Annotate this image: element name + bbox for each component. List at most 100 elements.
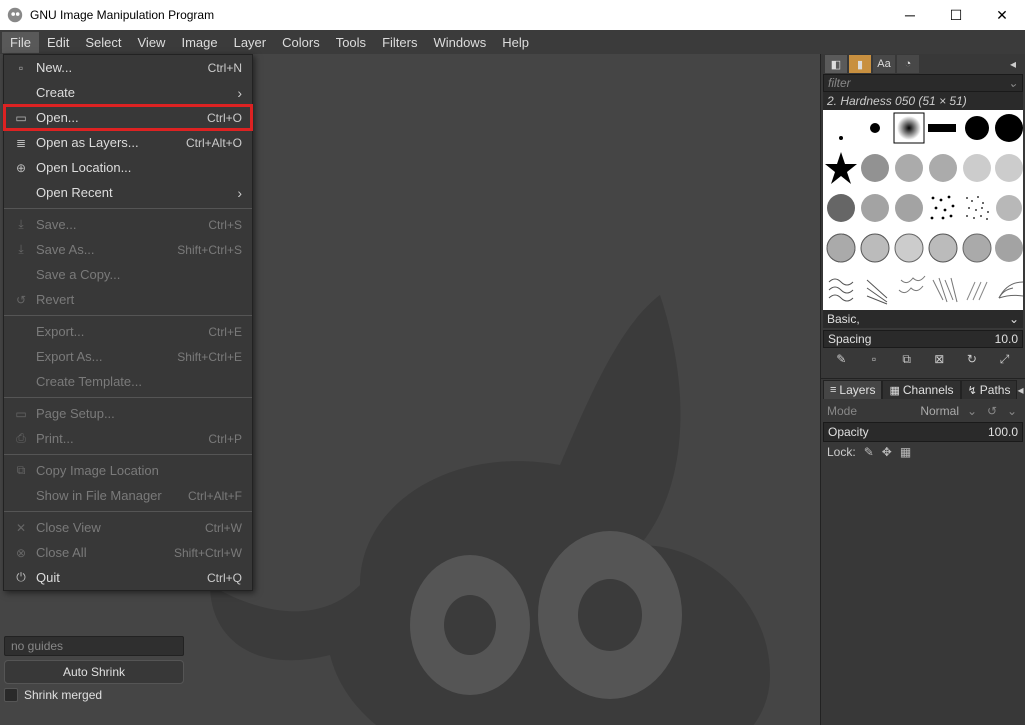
layers-dock-tabs: ≡Layers ▦Channels ↯Paths ◂ [821,378,1025,400]
menu-item-label: Page Setup... [36,406,242,421]
lock-row: Lock: ✎ ✥ ▦ [821,442,1025,462]
menu-item-new[interactable]: ▫New...Ctrl+N [4,55,252,80]
brush-name-label: 2. Hardness 050 (51 × 51) [823,92,1023,110]
filter-placeholder: filter [828,76,851,90]
menu-file[interactable]: File [2,32,39,53]
menu-item-icon: ⏻ [12,570,30,585]
menu-help[interactable]: Help [494,32,537,53]
mode-switch-icon[interactable]: ↺ [985,404,999,418]
menu-select[interactable]: Select [77,32,129,53]
brushes-tab[interactable]: ◧ [825,55,847,73]
menu-item-open-as-layers[interactable]: ≣Open as Layers...Ctrl+Alt+O [4,130,252,155]
open-as-image-icon[interactable]: ⤢ [995,350,1015,368]
lock-alpha-icon[interactable]: ▦ [900,445,911,459]
menu-item-label: Open Location... [36,160,242,175]
patterns-tab[interactable]: ▮ [849,55,871,73]
lock-position-icon[interactable]: ✥ [882,445,892,459]
menu-windows[interactable]: Windows [425,32,494,53]
fonts-tab[interactable]: Aa [873,55,895,73]
menu-item-page-setup: ▭ Page Setup... [4,401,252,426]
lock-pixels-icon[interactable]: ✎ [864,445,874,459]
submenu-arrow-icon: › [237,185,242,201]
menu-item-icon: ⊕ [12,161,30,175]
menu-item-shortcut: Ctrl+P [208,432,242,446]
layers-icon: ≡ [830,384,836,396]
menu-item-label: Quit [36,570,207,585]
menu-item-shortcut: Ctrl+S [208,218,242,232]
lock-label: Lock: [827,445,856,459]
edit-brush-icon[interactable]: ✎ [831,350,851,368]
menu-item-revert: ↺Revert [4,287,252,312]
menu-layer[interactable]: Layer [226,32,275,53]
menu-item-label: Export... [36,324,208,339]
menu-item-close-all: ⊗Close AllShift+Ctrl+W [4,540,252,565]
menu-item-icon: ⤓ [12,242,30,257]
menu-item-save: ⤓Save...Ctrl+S [4,212,252,237]
wilber-silhouette-icon [190,265,830,725]
tab-channels[interactable]: ▦Channels [882,380,960,399]
menu-item-label: Create [36,85,237,100]
minimize-button[interactable]: ─ [887,0,933,30]
tab-layers[interactable]: ≡Layers [823,380,882,399]
menu-tools[interactable]: Tools [328,32,374,53]
menu-item-shortcut: Ctrl+Alt+F [188,489,242,503]
refresh-brush-icon[interactable]: ↻ [962,350,982,368]
menu-item-label: Print... [36,431,208,446]
menu-item-create-template: Create Template... [4,369,252,394]
file-menu-dropdown: ▫New...Ctrl+NCreate›▭Open...Ctrl+O≣Open … [3,54,253,591]
delete-brush-icon[interactable]: ⊠ [929,350,949,368]
close-button[interactable]: ✕ [979,0,1025,30]
preset-value: Basic, [827,312,860,326]
shrink-merged-label: Shrink merged [24,688,102,702]
menu-item-shortcut: Ctrl+W [205,521,242,535]
duplicate-brush-icon[interactable]: ⧉ [897,350,917,368]
menu-separator [4,208,252,209]
menu-item-label: Close All [36,545,174,560]
menu-item-open[interactable]: ▭Open...Ctrl+O [4,105,252,130]
menu-bar: FileEditSelectViewImageLayerColorsToolsF… [0,30,1025,54]
dock-menu-icon[interactable]: ◂ [1005,56,1021,72]
menu-item-icon: ⎙ [12,431,30,446]
menu-item-open-location[interactable]: ⊕ Open Location... [4,155,252,180]
mode-label: Mode [827,404,857,418]
channels-icon: ▦ [889,384,899,397]
mode-switch-dropdown[interactable]: ⌄ [1005,404,1019,418]
guides-field[interactable]: no guides [4,636,184,656]
spacing-slider[interactable]: Spacing 10.0 [823,330,1023,348]
opacity-slider[interactable]: Opacity 100.0 [823,422,1023,442]
menu-item-label: Export As... [36,349,177,364]
tab-paths-label: Paths [980,383,1011,397]
maximize-button[interactable]: ☐ [933,0,979,30]
brush-grid[interactable] [823,110,1023,310]
menu-item-icon: ▭ [12,111,30,125]
new-brush-icon[interactable]: ▫ [864,350,884,368]
menu-image[interactable]: Image [173,32,225,53]
history-tab[interactable]: ◔ [897,55,919,73]
menu-item-export-as: Export As...Shift+Ctrl+E [4,344,252,369]
menu-item-icon: ▭ [12,407,30,421]
dock-menu-icon[interactable]: ◂ [1017,382,1023,398]
mode-dropdown[interactable]: ⌄ [965,404,979,418]
tab-paths[interactable]: ↯Paths [961,380,1018,399]
shrink-merged-checkbox[interactable]: Shrink merged [4,688,184,702]
menu-item-quit[interactable]: ⏻QuitCtrl+Q [4,565,252,590]
menu-item-open-recent[interactable]: Open Recent› [4,180,252,205]
menu-edit[interactable]: Edit [39,32,77,53]
menu-item-copy-image-location: ⧉Copy Image Location [4,458,252,483]
menu-item-shortcut: Shift+Ctrl+W [174,546,242,560]
menu-item-create[interactable]: Create› [4,80,252,105]
menu-item-label: Save... [36,217,208,232]
brush-preset-select[interactable]: Basic, ⌄ [823,310,1023,328]
menu-filters[interactable]: Filters [374,32,425,53]
menu-colors[interactable]: Colors [274,32,328,53]
brush-filter-input[interactable]: filter ⌄ [823,74,1023,92]
menu-item-icon: ↺ [12,293,30,307]
menu-item-export: Export...Ctrl+E [4,319,252,344]
menu-item-shortcut: Shift+Ctrl+S [177,243,242,257]
menu-view[interactable]: View [130,32,174,53]
menu-item-icon: ✕ [12,521,30,535]
layer-mode-row: Mode Normal ⌄ ↺ ⌄ [821,400,1025,422]
auto-shrink-button[interactable]: Auto Shrink [4,660,184,684]
brush-toolbar: ✎ ▫ ⧉ ⊠ ↻ ⤢ [821,348,1025,370]
mode-value: Normal [863,404,959,418]
